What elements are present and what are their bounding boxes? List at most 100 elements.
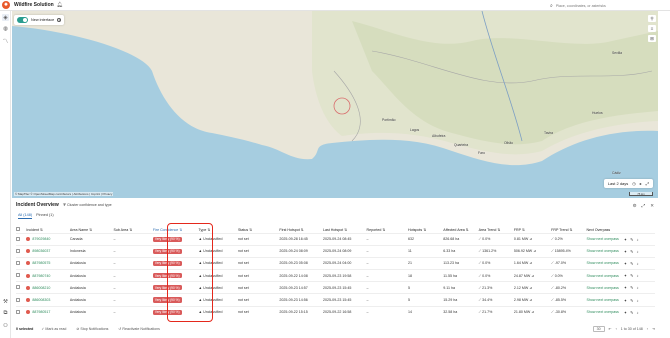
next-overpass-link[interactable]: Show next overpass <box>586 310 618 314</box>
row-select[interactable] <box>16 305 27 319</box>
table-row[interactable]: 887980517 Andalusia – Very likely (90 %)… <box>16 305 655 319</box>
app-logo[interactable]: ✹ <box>2 1 10 9</box>
row-checkbox[interactable] <box>16 260 20 265</box>
last-page-icon[interactable]: ⇥ <box>652 327 655 331</box>
pages-icon[interactable]: ⧉ <box>2 310 9 317</box>
reactivate-notifications-button[interactable]: ↺ Reactivate Notifications <box>118 327 160 331</box>
pin-icon[interactable]: ✦ <box>624 273 627 278</box>
measure-icon[interactable]: ⊞ <box>648 35 656 42</box>
bell-icon[interactable]: ♪ <box>637 249 639 254</box>
layers-icon[interactable]: ≡ <box>648 25 656 32</box>
chart-icon[interactable]: ⊿ <box>529 237 532 241</box>
incident-id-link[interactable]: 898036037 <box>32 249 50 253</box>
tab-pinned[interactable]: Pinned (1) <box>36 213 54 219</box>
incident-id-link[interactable]: 886008303 <box>32 298 50 302</box>
prev-page-icon[interactable]: ‹ <box>616 327 617 331</box>
fullscreen-icon[interactable]: ⤢ <box>646 181 649 186</box>
incident-cell[interactable]: 886008210 <box>26 281 70 294</box>
map-view[interactable]: Portimão Faro Lagos Olhão Tavira Quartei… <box>12 11 658 198</box>
bell-icon[interactable]: ♪ <box>637 298 639 303</box>
row-select[interactable] <box>16 232 27 246</box>
incident-id-link[interactable]: 879029840 <box>32 237 50 241</box>
incident-cell[interactable]: 887980575 <box>26 256 70 270</box>
row-checkbox[interactable] <box>16 236 20 241</box>
user-icon[interactable]: ⚇ <box>2 322 9 329</box>
bell-icon[interactable]: ♪ <box>637 285 639 290</box>
cluster-filter-button[interactable]: ⧩ Cluster confidence and type <box>63 203 112 207</box>
analytics-icon[interactable]: 〽 <box>2 37 9 45</box>
toggle-switch[interactable] <box>17 17 28 23</box>
tools-icon[interactable]: ⚒ <box>2 298 9 305</box>
pin-icon[interactable]: ✦ <box>624 285 627 290</box>
tab-all[interactable]: All (148) <box>18 213 33 219</box>
row-checkbox[interactable] <box>16 273 20 278</box>
map-attribution[interactable]: © MapTiler © OpenStreetMap contributors … <box>14 192 114 196</box>
search-bar[interactable]: ⌕ Place, coordinates, or asterisks <box>550 2 660 9</box>
table-row[interactable]: 898036037 Indonesia – Very likely (90 %)… <box>16 244 655 258</box>
clock-icon[interactable]: ◷ <box>632 181 636 186</box>
chart-icon[interactable]: ⊿ <box>531 310 534 314</box>
incident-cell[interactable]: 898036037 <box>26 244 70 258</box>
chart-icon[interactable]: ⊿ <box>533 249 536 253</box>
next-overpass-link[interactable]: Show next overpass <box>586 298 618 302</box>
edit-icon[interactable]: ✎ <box>630 298 633 303</box>
edit-icon[interactable]: ✎ <box>630 261 633 266</box>
row-select[interactable] <box>16 256 27 270</box>
time-filter[interactable]: Last 2 days ◷ ▸ ⤢ <box>603 179 653 188</box>
row-select[interactable] <box>16 281 27 294</box>
bell-icon[interactable]: ♪ <box>637 261 639 266</box>
close-icon[interactable]: ✕ <box>650 203 654 209</box>
next-page-icon[interactable]: › <box>647 327 648 331</box>
incident-id-link[interactable]: 887980517 <box>32 310 50 314</box>
row-checkbox[interactable] <box>16 309 20 314</box>
incident-cell[interactable]: 887980740 <box>26 269 70 282</box>
chart-icon[interactable]: ⊿ <box>529 286 532 290</box>
edit-icon[interactable]: ✎ <box>630 237 633 242</box>
incident-cell[interactable]: 879029840 <box>26 232 70 246</box>
pin-icon[interactable]: ✦ <box>624 298 627 303</box>
globe-icon[interactable]: ◍ <box>2 25 9 32</box>
table-row[interactable]: 887980740 Andalusia – Very likely (90 %)… <box>16 269 655 282</box>
page-size-select[interactable]: 30 <box>592 325 605 333</box>
edit-icon[interactable]: ✎ <box>630 310 633 315</box>
next-overpass-cell[interactable]: Show next overpass <box>586 256 624 270</box>
info-icon[interactable]: i <box>57 18 62 22</box>
map-layers-icon[interactable]: ◈ <box>2 14 9 21</box>
next-overpass-cell[interactable]: Show next overpass <box>586 305 624 319</box>
edit-icon[interactable]: ✎ <box>630 285 633 290</box>
edit-icon[interactable]: ✎ <box>630 273 633 278</box>
chart-icon[interactable]: ⊿ <box>529 298 532 302</box>
bell-icon[interactable]: ♪ <box>637 310 639 315</box>
chart-icon[interactable]: ⊿ <box>529 261 532 265</box>
incident-id-link[interactable]: 887980575 <box>32 261 50 265</box>
pin-icon[interactable]: ✦ <box>624 310 627 315</box>
pin-icon[interactable]: ⚲ <box>648 15 656 22</box>
bell-icon[interactable]: ♪ <box>637 273 639 278</box>
row-select[interactable] <box>16 293 27 307</box>
new-interface-toggle[interactable]: New interface i <box>14 15 65 25</box>
next-overpass-link[interactable]: Show next overpass <box>586 286 618 290</box>
pin-icon[interactable]: ✦ <box>624 261 627 266</box>
settings-icon[interactable]: ⚙ <box>633 203 637 209</box>
next-overpass-link[interactable]: Show next overpass <box>586 237 618 241</box>
next-overpass-link[interactable]: Show next overpass <box>586 274 618 278</box>
incident-cell[interactable]: 886008303 <box>26 293 70 307</box>
table-row[interactable]: 887980575 Andalusia – Very likely (90 %)… <box>16 256 655 270</box>
row-select[interactable] <box>16 244 27 258</box>
pin-icon[interactable]: ✦ <box>624 237 627 242</box>
chart-icon[interactable]: ⊿ <box>531 274 534 278</box>
incident-cell[interactable]: 887980517 <box>26 305 70 319</box>
next-overpass-cell[interactable]: Show next overpass <box>586 269 624 282</box>
mark-as-read-button[interactable]: ✓ Mark as read <box>41 327 66 331</box>
stop-notifications-button[interactable]: ⊘ Stop Notifications <box>76 327 108 331</box>
row-checkbox[interactable] <box>16 248 20 253</box>
next-overpass-cell[interactable]: Show next overpass <box>586 293 624 307</box>
table-row[interactable]: 886008210 Andalusia – Very likely (90 %)… <box>16 281 655 294</box>
table-row[interactable]: 886008303 Andalusia – Very likely (90 %)… <box>16 293 655 307</box>
row-checkbox[interactable] <box>16 297 20 302</box>
next-overpass-cell[interactable]: Show next overpass <box>586 244 624 258</box>
next-overpass-link[interactable]: Show next overpass <box>586 249 618 253</box>
play-icon[interactable]: ▸ <box>640 181 642 186</box>
row-checkbox[interactable] <box>16 285 20 290</box>
pin-icon[interactable]: ✦ <box>624 249 627 254</box>
